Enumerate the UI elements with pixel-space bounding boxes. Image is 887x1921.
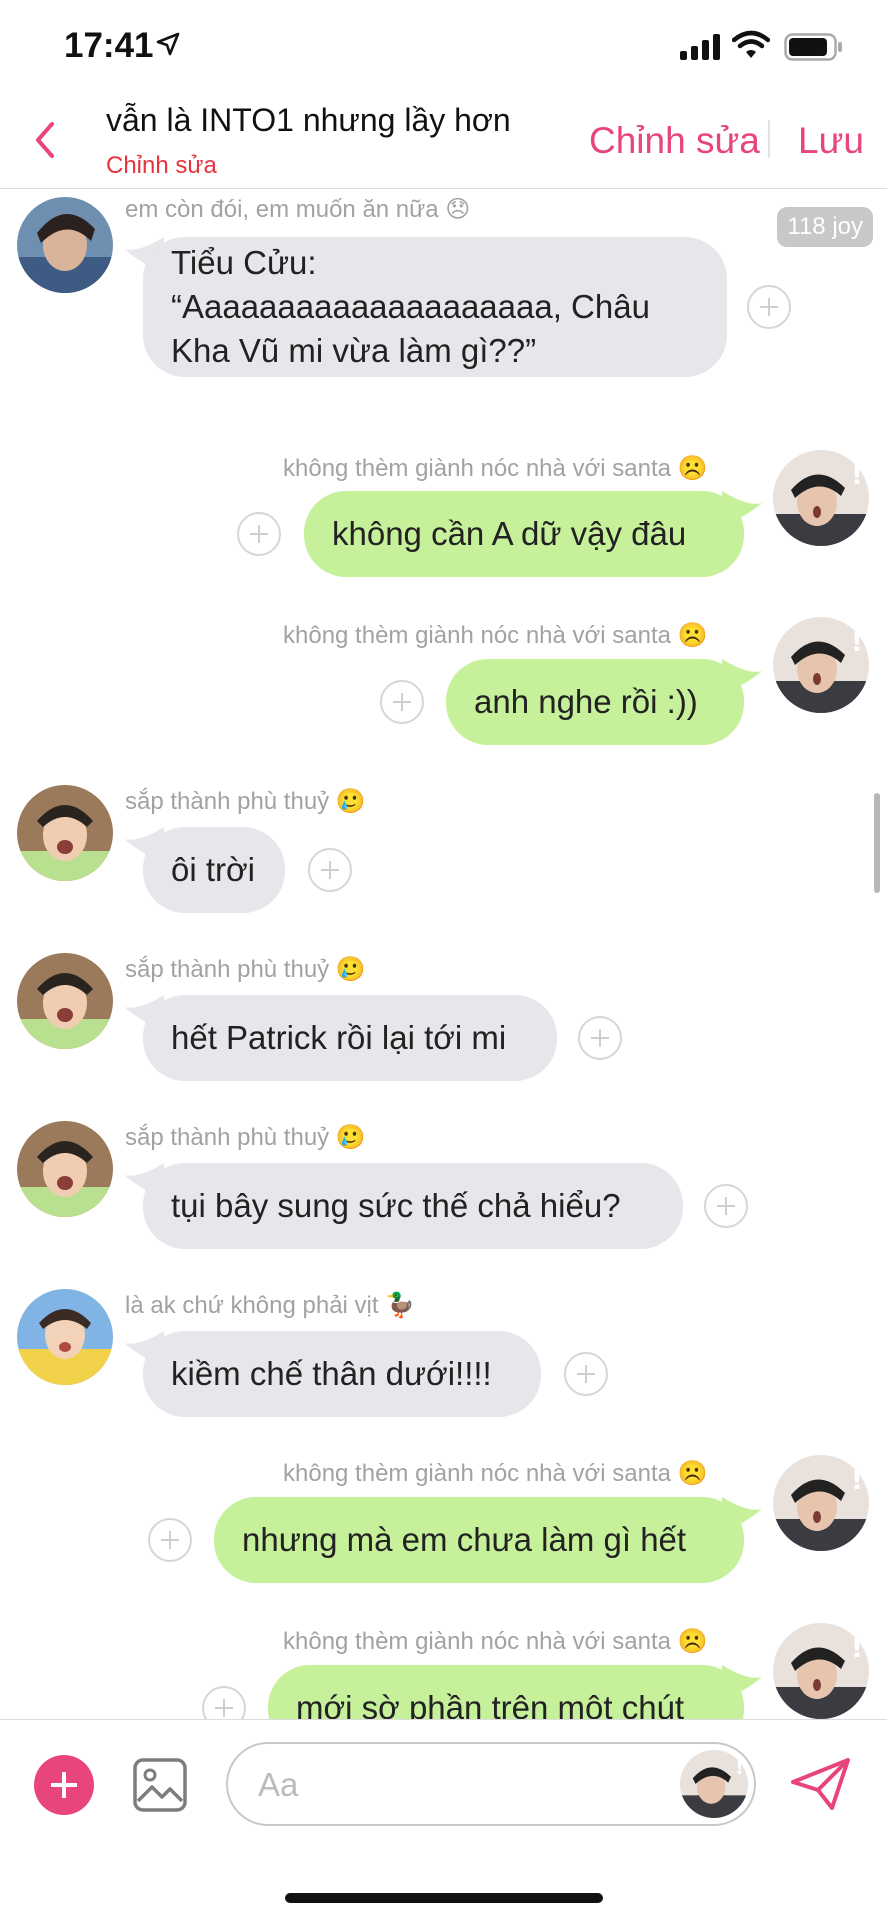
avatar[interactable]: [17, 197, 113, 293]
message-text: mới sờ phần trên một chút: [296, 1689, 685, 1719]
avatar[interactable]: !: [773, 1455, 869, 1551]
add-reaction-button[interactable]: [308, 848, 352, 892]
message-bubble[interactable]: tụi bây sung sức thế chả hiểu?: [143, 1163, 683, 1249]
message-bubble[interactable]: mới sờ phần trên một chút: [268, 1665, 744, 1719]
location-arrow-icon: [156, 32, 180, 56]
chat-header: vẫn là INTO1 nhưng lầy hơn Chỉnh sửa Chỉ…: [0, 96, 887, 189]
header-divider: [768, 120, 770, 158]
message-text: tụi bây sung sức thế chả hiểu?: [171, 1187, 621, 1224]
battery-icon: [784, 33, 842, 61]
sender-name: không thèm giành nóc nhà với santa ☹️: [283, 1460, 708, 1487]
message-input[interactable]: Aa !: [226, 1742, 756, 1826]
scrollbar[interactable]: [874, 793, 880, 893]
message-text: không cần A dữ vậy đâu: [332, 515, 687, 552]
signal-icon: [680, 34, 720, 60]
chat-subtitle[interactable]: Chỉnh sửa: [106, 152, 217, 180]
avatar[interactable]: [17, 1289, 113, 1385]
save-button[interactable]: Lưu: [798, 120, 864, 162]
edit-button[interactable]: Chỉnh sửa: [589, 120, 760, 162]
image-icon[interactable]: [132, 1757, 188, 1813]
message-text: ôi trời: [171, 851, 255, 888]
add-button[interactable]: [34, 1755, 94, 1815]
chat-title: vẫn là INTO1 nhưng lầy hơn: [106, 102, 511, 138]
status-bar: 17:41: [0, 0, 887, 96]
message-text: anh nghe rồi :)): [474, 683, 698, 720]
message-input-placeholder: Aa: [258, 1766, 299, 1803]
message-bubble[interactable]: anh nghe rồi :)): [446, 659, 744, 745]
message-text-line: Kha Vũ mi vừa làm gì??”: [171, 332, 537, 369]
add-reaction-button[interactable]: [747, 285, 791, 329]
add-reaction-button[interactable]: [578, 1016, 622, 1060]
add-reaction-button[interactable]: [704, 1184, 748, 1228]
svg-text:!: !: [851, 628, 863, 658]
svg-text:!: !: [851, 1466, 863, 1496]
message-text: hết Patrick rồi lại tới mi: [171, 1019, 507, 1056]
sender-name: là ak chứ không phải vịt 🦆: [125, 1292, 416, 1319]
message-bubble[interactable]: kiềm chế thân dưới!!!!: [143, 1331, 541, 1417]
sender-name: sắp thành phù thuỷ 🥲: [125, 1124, 366, 1151]
sender-name: không thèm giành nóc nhà với santa ☹️: [283, 1628, 708, 1655]
svg-text:!: !: [735, 1758, 743, 1779]
home-indicator: [285, 1893, 603, 1903]
message-bubble[interactable]: ôi trời: [143, 827, 285, 913]
joy-badge: 118 joy: [777, 207, 873, 247]
avatar[interactable]: [17, 953, 113, 1049]
add-reaction-button[interactable]: [148, 1518, 192, 1562]
wifi-icon: [732, 30, 770, 58]
add-reaction-button[interactable]: [237, 512, 281, 556]
status-time: 17:41: [64, 26, 154, 65]
sender-name: sắp thành phù thuỷ 🥲: [125, 956, 366, 983]
add-reaction-button[interactable]: [564, 1352, 608, 1396]
message-bubble[interactable]: không cần A dữ vậy đâu: [304, 491, 744, 577]
add-reaction-button[interactable]: [380, 680, 424, 724]
message-bubble[interactable]: hết Patrick rồi lại tới mi: [143, 995, 557, 1081]
message-text: nhưng mà em chưa làm gì hết: [242, 1521, 687, 1558]
sender-name: không thèm giành nóc nhà với santa ☹️: [283, 455, 708, 482]
svg-text:!: !: [851, 461, 863, 491]
avatar[interactable]: !: [773, 1623, 869, 1719]
message-composer: Aa !: [0, 1719, 887, 1921]
sender-name: không thèm giành nóc nhà với santa ☹️: [283, 622, 708, 649]
svg-text:!: !: [851, 1634, 863, 1664]
avatar[interactable]: !: [773, 450, 869, 546]
send-icon[interactable]: [790, 1756, 852, 1812]
avatar[interactable]: !: [773, 617, 869, 713]
avatar[interactable]: [17, 1121, 113, 1217]
message-text-line: Tiểu Cửu:: [171, 244, 317, 281]
sender-name: sắp thành phù thuỷ 🥲: [125, 788, 366, 815]
message-text: kiềm chế thân dưới!!!!: [171, 1355, 492, 1392]
message-bubble[interactable]: Tiểu Cửu: “Aaaaaaaaaaaaaaaaaaaa, Châu Kh…: [143, 237, 727, 377]
chat-message-list[interactable]: em còn đói, em muốn ăn nữa 😞 Tiểu Cửu: “…: [0, 189, 887, 1719]
message-bubble[interactable]: nhưng mà em chưa làm gì hết: [214, 1497, 744, 1583]
message-text-line: “Aaaaaaaaaaaaaaaaaaaa, Châu: [171, 288, 650, 325]
back-chevron-icon[interactable]: [30, 118, 60, 162]
avatar[interactable]: [17, 785, 113, 881]
sender-avatar[interactable]: !: [680, 1750, 748, 1818]
sender-name: em còn đói, em muốn ăn nữa 😞: [125, 196, 471, 223]
add-reaction-button[interactable]: [202, 1686, 246, 1719]
